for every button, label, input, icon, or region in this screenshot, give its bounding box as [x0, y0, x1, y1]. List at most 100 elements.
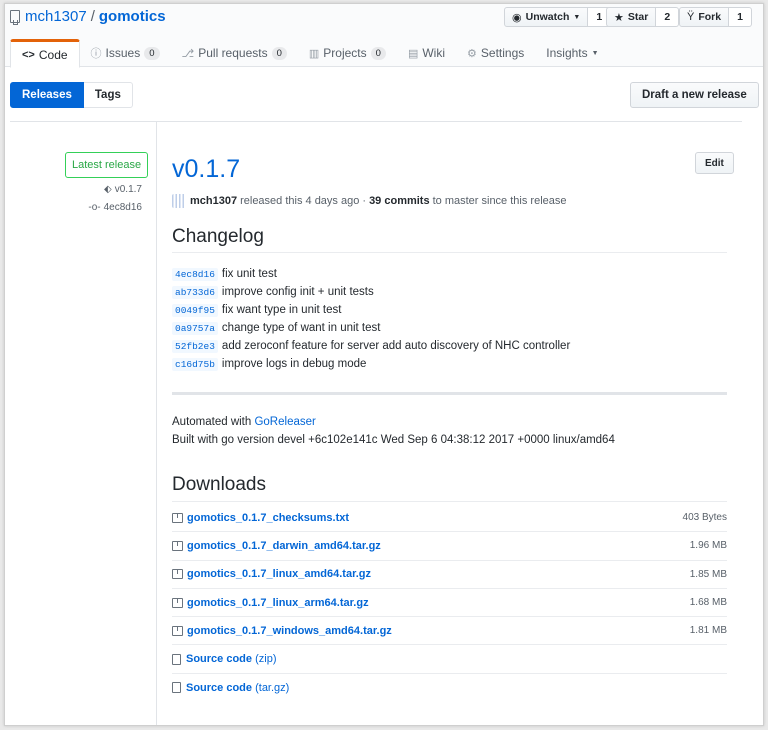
commit-message: add zeroconf feature for server add auto…: [221, 340, 571, 352]
horizontal-rule: [172, 392, 727, 395]
asset-size: 1.81 MB: [689, 625, 727, 637]
source-code-zip-link[interactable]: Source code (zip): [186, 653, 276, 665]
changelog-heading: Changelog: [172, 226, 264, 247]
tab-projects-label: Projects: [323, 46, 367, 60]
tag-icon: ⬖: [104, 184, 112, 195]
package-icon: [172, 569, 183, 580]
tab-pull-requests[interactable]: ⎇ Pull requests 0: [171, 39, 298, 67]
list-item: Source code (zip): [172, 645, 727, 674]
release-tag-link[interactable]: ⬖ v0.1.7: [104, 184, 142, 195]
unwatch-button[interactable]: ◉ Unwatch ▼: [504, 7, 589, 27]
release-title-link[interactable]: v0.1.7: [172, 155, 240, 184]
source-code-tar-link[interactable]: Source code (tar.gz): [186, 682, 289, 694]
list-item: Source code (tar.gz): [172, 674, 727, 702]
projects-counter: 0: [370, 46, 386, 60]
fork-button[interactable]: Ÿ Fork: [679, 7, 730, 27]
downloads-heading: Downloads: [172, 474, 266, 495]
release-commit-link[interactable]: -o- 4ec8d16: [88, 202, 142, 213]
commit-icon: -o-: [88, 202, 101, 213]
browser-page: mch1307 / gomotics ◉ Unwatch ▼ 1 ★ Star …: [4, 3, 764, 726]
unwatch-label: Unwatch: [525, 11, 570, 23]
fork-label: Fork: [698, 11, 722, 23]
releases-tab[interactable]: Releases: [10, 82, 84, 108]
commit-sha-link[interactable]: 0a9757a: [172, 321, 218, 335]
commit-sha-link[interactable]: 52fb2e3: [172, 339, 218, 353]
commit-sha-link[interactable]: c16d75b: [172, 357, 218, 371]
tab-projects[interactable]: ▥ Projects 0: [298, 39, 397, 67]
star-label: Star: [627, 11, 649, 23]
commit-message: fix unit test: [221, 268, 277, 280]
edit-release-button[interactable]: Edit: [695, 152, 734, 174]
asset-download-link[interactable]: gomotics_0.1.7_windows_amd64.tar.gz: [187, 625, 392, 637]
tab-code[interactable]: <> Code: [10, 39, 80, 68]
commit-message: improve config init + unit tests: [221, 286, 374, 298]
commit-message: improve logs in debug mode: [221, 358, 367, 370]
divider: [172, 252, 727, 253]
divider: [10, 121, 742, 122]
author-link[interactable]: mch1307: [190, 195, 237, 207]
avatar[interactable]: [172, 194, 186, 208]
latest-release-badge: Latest release: [65, 152, 149, 178]
release-meta-divider: [156, 122, 157, 725]
commit-sha-link[interactable]: 0049f95: [172, 303, 218, 317]
repo-name-link[interactable]: gomotics: [99, 8, 166, 25]
authorship-text: released this 4 days ago ·: [240, 195, 367, 207]
asset-download-link[interactable]: gomotics_0.1.7_darwin_amd64.tar.gz: [187, 540, 381, 552]
list-item: gomotics_0.1.7_checksums.txt 403 Bytes: [172, 504, 727, 533]
goreleaser-link[interactable]: GoReleaser: [254, 416, 315, 428]
asset-download-link[interactable]: gomotics_0.1.7_linux_arm64.tar.gz: [187, 597, 369, 609]
tab-settings[interactable]: ⚙ Settings: [456, 39, 535, 67]
release-tag-label: v0.1.7: [114, 184, 142, 195]
chevron-down-icon: ▼: [591, 49, 599, 57]
commit-sha-link[interactable]: 4ec8d16: [172, 267, 218, 281]
tab-insights[interactable]: Insights ▼: [535, 39, 609, 67]
commit-sha-link[interactable]: ab733d6: [172, 285, 218, 299]
release-authorship: mch1307 released this 4 days ago · 39 co…: [172, 194, 566, 208]
repo-path-separator: /: [90, 8, 95, 25]
tab-wiki[interactable]: ▤ Wiki: [397, 39, 456, 67]
eye-icon: ◉: [512, 11, 522, 24]
package-icon: [172, 597, 183, 608]
list-item: gomotics_0.1.7_linux_arm64.tar.gz 1.68 M…: [172, 589, 727, 618]
code-icon: <>: [22, 48, 35, 61]
stargazers-count[interactable]: 2: [656, 7, 680, 27]
draft-new-release-button[interactable]: Draft a new release: [630, 82, 759, 108]
asset-download-link[interactable]: gomotics_0.1.7_checksums.txt: [187, 512, 349, 524]
tab-issues-label: Issues: [105, 46, 141, 60]
fork-icon: Ÿ: [687, 11, 695, 23]
asset-size: 403 Bytes: [682, 512, 727, 524]
asset-download-link[interactable]: gomotics_0.1.7_linux_amd64.tar.gz: [187, 568, 371, 580]
commit-message: change type of want in unit test: [221, 322, 381, 334]
commits-since-link[interactable]: 39 commits: [369, 195, 430, 207]
list-item: 0a9757a change type of want in unit test: [172, 319, 570, 337]
list-item: 4ec8d16 fix unit test: [172, 265, 570, 283]
issue-icon: ⓘ: [90, 48, 102, 60]
tab-code-label: Code: [38, 47, 68, 62]
star-button[interactable]: ★ Star: [606, 7, 657, 27]
tags-tab[interactable]: Tags: [83, 82, 133, 108]
changelog-list: 4ec8d16 fix unit test ab733d6 improve co…: [172, 265, 570, 373]
issues-counter: 0: [144, 46, 160, 60]
pull-requests-counter: 0: [271, 46, 287, 60]
forks-count[interactable]: 1: [729, 7, 752, 27]
source-code-format: (zip): [255, 653, 277, 666]
list-item: gomotics_0.1.7_linux_amd64.tar.gz 1.85 M…: [172, 561, 727, 589]
divider: [172, 501, 727, 502]
tab-issues[interactable]: ⓘ Issues 0: [80, 39, 171, 67]
list-item: 52fb2e3 add zeroconf feature for server …: [172, 337, 570, 355]
list-item: 0049f95 fix want type in unit test: [172, 301, 570, 319]
repo-icon: [10, 10, 20, 25]
repo-owner-link[interactable]: mch1307: [25, 8, 87, 25]
asset-size: 1.85 MB: [689, 568, 727, 580]
repo-header: mch1307 / gomotics ◉ Unwatch ▼ 1 ★ Star …: [5, 4, 763, 68]
book-icon: ▤: [407, 47, 419, 60]
watch-action: ◉ Unwatch ▼ 1: [504, 7, 612, 27]
package-icon: [172, 625, 183, 636]
repo-nav: <> Code ⓘ Issues 0 ⎇ Pull requests 0 ▥ P…: [10, 39, 610, 68]
asset-size: 1.96 MB: [689, 540, 727, 552]
source-code-label: Source code: [186, 653, 253, 666]
source-code-label: Source code: [186, 681, 253, 694]
tab-pull-requests-label: Pull requests: [198, 46, 268, 60]
release-subnav: Releases Tags: [10, 82, 133, 108]
list-item: c16d75b improve logs in debug mode: [172, 355, 570, 373]
